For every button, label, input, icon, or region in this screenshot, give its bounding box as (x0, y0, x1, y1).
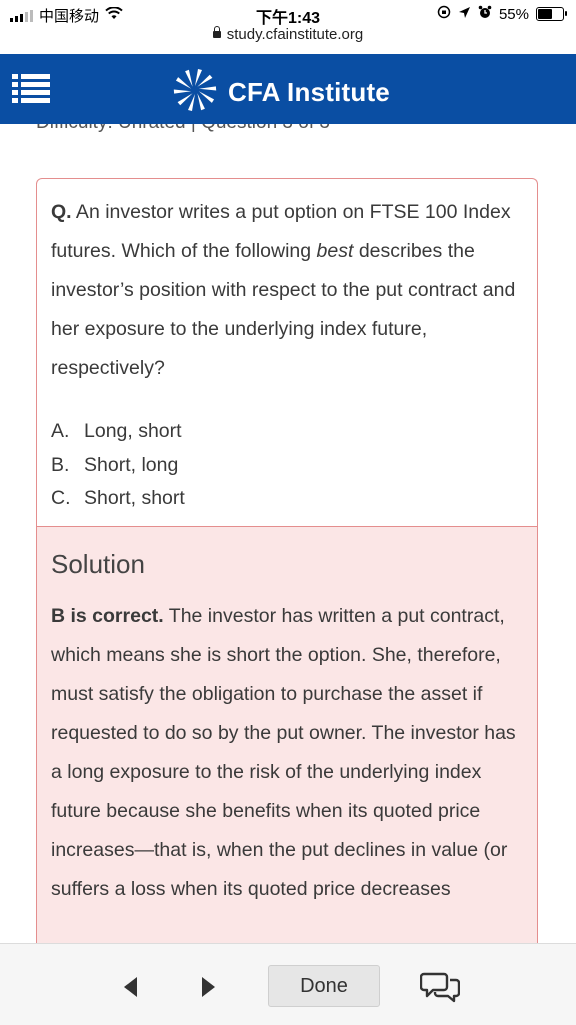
answer-options: A. Long, short B. Short, long C. Short, sho… (51, 415, 185, 516)
site-header: CFA Institute (0, 54, 576, 124)
orientation-lock-icon (437, 5, 451, 23)
question-text: Q. An investor writes a put option on FT… (51, 193, 525, 388)
solution-panel: Solution B is correct. The investor has … (36, 526, 538, 946)
status-right: 55% (437, 5, 567, 23)
option-a[interactable]: A. Long, short (51, 415, 185, 449)
done-button[interactable]: Done (268, 965, 380, 1007)
url-text: study.cfainstitute.org (226, 26, 364, 43)
url-bar[interactable]: study.cfainstitute.org (0, 26, 576, 52)
back-button[interactable] (110, 964, 150, 1008)
chat-icon[interactable] (419, 970, 461, 1004)
solution-title: Solution (51, 549, 145, 579)
brand-name: CFA Institute (228, 77, 390, 107)
solution-text: B is correct. The investor has written a… (51, 597, 529, 909)
lock-icon (212, 26, 221, 38)
solution-explanation: The investor has written a put contract,… (51, 605, 516, 900)
status-bar: 中国移动 下午1:43 55% (0, 0, 576, 28)
battery-icon (536, 7, 567, 21)
location-icon (458, 6, 471, 23)
option-b[interactable]: B. Short, long (51, 449, 185, 483)
question-card: Q. An investor writes a put option on FT… (36, 178, 538, 526)
bottom-toolbar: Done (0, 943, 576, 1025)
cfa-logo-icon (172, 67, 218, 118)
correct-answer-label: B is correct. (51, 605, 164, 627)
option-letter: C. (51, 487, 71, 509)
option-c[interactable]: C. Short, short (51, 482, 185, 516)
brand-logo[interactable]: CFA Institute (172, 67, 390, 118)
option-text: Short, short (84, 487, 185, 509)
alarm-icon (478, 5, 492, 23)
forward-button[interactable] (188, 964, 228, 1008)
option-letter: B. (51, 453, 70, 476)
question-emphasis: best (316, 240, 354, 262)
option-text: Long, short (84, 420, 182, 442)
battery-percent: 55% (498, 5, 529, 23)
option-letter: A. (51, 420, 70, 442)
option-text: Short, long (84, 453, 179, 476)
menu-icon[interactable] (12, 74, 50, 104)
question-label: Q. (51, 201, 72, 223)
